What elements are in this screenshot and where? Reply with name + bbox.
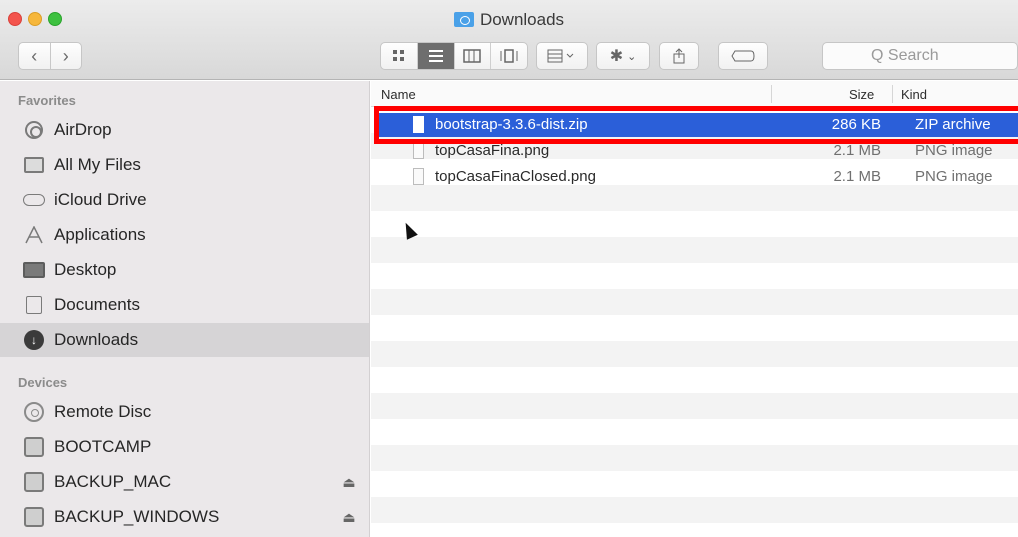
sidebar-item-label: Documents [54, 295, 140, 314]
tags-button[interactable] [718, 42, 768, 70]
drive-icon [20, 437, 48, 457]
cloud-icon [20, 191, 48, 209]
column-view-icon [463, 49, 482, 63]
row-stripe [371, 497, 1018, 523]
file-name: topCasaFina.png [435, 142, 550, 159]
all-files-icon [20, 156, 48, 174]
file-size: 2.1 MB [833, 142, 881, 159]
file-name: topCasaFinaClosed.png [435, 168, 596, 185]
highlight-annotation-box [374, 106, 1018, 144]
column-header-name[interactable]: Name [381, 87, 416, 102]
drive-icon [20, 507, 48, 527]
file-kind: PNG image [915, 142, 993, 159]
gear-icon: ✱ [609, 48, 624, 65]
row-stripe [371, 523, 1018, 537]
action-button[interactable]: ✱ ⌄ [596, 42, 650, 70]
sidebar-item-label: iCloud Drive [54, 190, 147, 209]
row-stripe [371, 471, 1018, 497]
sidebar-item-desktop[interactable]: Desktop [0, 253, 369, 287]
sidebar-item-bootcamp[interactable]: BOOTCAMP [0, 430, 369, 464]
downloads-icon: ↓ [20, 330, 48, 350]
devices-header: Devices [18, 375, 68, 390]
file-kind: PNG image [915, 168, 993, 185]
sidebar-item-applications[interactable]: Applications [0, 218, 369, 252]
sidebar-item-all-my-files[interactable]: All My Files [0, 148, 369, 182]
sidebar-item-documents[interactable]: Documents [0, 288, 369, 322]
sidebar-item-label: Desktop [54, 260, 117, 279]
column-divider [892, 85, 893, 103]
row-stripe [371, 237, 1018, 263]
arrange-grid-icon [547, 49, 574, 63]
png-file-icon [413, 168, 424, 185]
sidebar-item-label: Applications [54, 225, 146, 244]
sidebar-item-downloads[interactable]: ↓ Downloads [0, 323, 369, 357]
png-file-icon [413, 142, 424, 159]
file-size: 2.1 MB [833, 168, 881, 185]
search-field[interactable]: Q Search [822, 42, 1018, 70]
row-stripe [371, 263, 1018, 289]
favorites-header: Favorites [18, 93, 76, 108]
arrange-button[interactable] [536, 42, 588, 70]
row-stripe [371, 367, 1018, 393]
row-stripe [371, 211, 1018, 237]
eject-icon[interactable]: ⏏ [329, 474, 369, 491]
forward-button[interactable]: › [51, 46, 82, 67]
sidebar-item-backup-mac[interactable]: BACKUP_MAC ⏏ [0, 465, 369, 499]
navigation-buttons: ‹ › [18, 42, 82, 70]
column-header-kind[interactable]: Kind [901, 87, 927, 102]
share-button[interactable] [659, 42, 699, 70]
sidebar-item-remote-disc[interactable]: Remote Disc [0, 395, 369, 429]
desktop-icon [20, 261, 48, 279]
sidebar-item-label: BACKUP_MAC [54, 472, 172, 491]
sidebar-item-icloud-drive[interactable]: iCloud Drive [0, 183, 369, 217]
row-stripe [371, 393, 1018, 419]
sidebar-item-label: BOOTCAMP [54, 437, 152, 456]
row-stripe [371, 445, 1018, 471]
drive-icon [20, 472, 48, 492]
tag-icon [731, 50, 755, 62]
sidebar: Favorites AirDrop All My Files iCloud Dr… [0, 81, 370, 537]
disc-icon [20, 402, 48, 422]
icon-view-button[interactable] [381, 43, 418, 69]
sidebar-item-label: Downloads [54, 330, 139, 349]
applications-icon [20, 226, 48, 244]
sidebar-item-label: BACKUP_WINDOWS [54, 507, 220, 526]
column-headers: Name Size Kind [371, 81, 1018, 107]
row-stripe [371, 289, 1018, 315]
back-button[interactable]: ‹ [19, 46, 50, 67]
chevron-down-icon: ⌄ [627, 50, 637, 63]
documents-icon [20, 296, 48, 314]
row-stripe [371, 419, 1018, 445]
downloads-folder-icon [453, 12, 474, 27]
file-list: Name Size Kind bootstrap-3.3.6-dist.zip … [371, 81, 1018, 537]
list-view-button[interactable] [417, 43, 455, 69]
sidebar-item-airdrop[interactable]: AirDrop [0, 113, 369, 147]
icon-view-icon [392, 50, 404, 61]
row-stripe [371, 341, 1018, 367]
view-mode-selector [380, 42, 528, 70]
sidebar-item-label: AirDrop [54, 120, 112, 139]
cover-flow-icon [500, 49, 518, 63]
window-title-text: Downloads [479, 10, 565, 29]
file-row[interactable]: topCasaFinaClosed.png 2.1 MB PNG image [375, 165, 1018, 189]
window-title: Downloads [0, 10, 1018, 30]
sidebar-item-label: Remote Disc [54, 402, 152, 421]
list-view-icon [428, 50, 443, 62]
column-view-button[interactable] [455, 43, 492, 69]
column-header-size[interactable]: Size [849, 87, 874, 102]
share-icon [673, 48, 685, 64]
window-titlebar: Downloads ‹ › ✱ ⌄ Q Search [0, 0, 1018, 80]
sidebar-item-backup-windows[interactable]: BACKUP_WINDOWS ⏏ [0, 500, 369, 534]
column-divider [771, 85, 772, 103]
row-stripe [371, 315, 1018, 341]
cover-flow-button[interactable] [491, 43, 527, 69]
sidebar-item-label: All My Files [54, 155, 141, 174]
eject-icon[interactable]: ⏏ [329, 509, 369, 526]
airdrop-icon [20, 121, 48, 139]
